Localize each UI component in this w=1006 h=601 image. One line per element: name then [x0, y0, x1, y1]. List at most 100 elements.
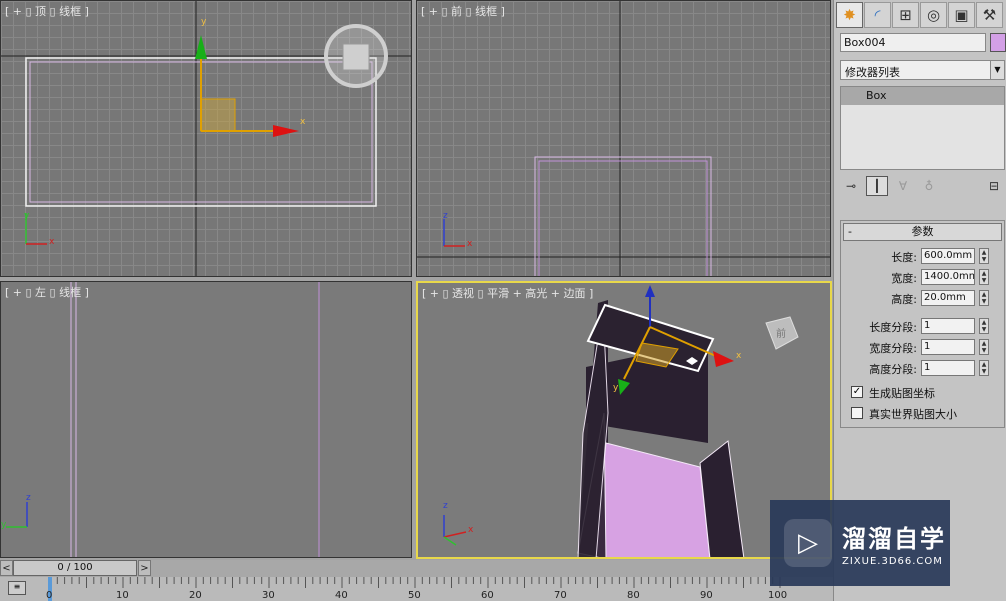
height-segs-spinner[interactable]: ▲ ▼	[979, 360, 989, 376]
create-icon: ✸	[843, 6, 856, 24]
show-end-result-icon[interactable]: ┃	[866, 176, 888, 196]
height-segs-label: 高度分段:	[869, 363, 917, 376]
track-bar[interactable]: ≡ 0 10 20 30 40 50 60 70 80 90 100	[0, 577, 833, 601]
make-unique-icon[interactable]: ∀	[892, 176, 914, 196]
object-name-field[interactable]: Box004	[840, 33, 986, 52]
width-segs-label: 宽度分段:	[869, 342, 917, 355]
motion-icon: ◎	[926, 6, 941, 24]
viewport-front-label[interactable]: [ + ▯ 前 ▯ 线框 ]	[421, 3, 505, 19]
tick-70: 70	[554, 590, 567, 601]
z-arrow-icon	[645, 285, 655, 297]
tick-20: 20	[189, 590, 202, 601]
gen-mapping-label: 生成贴图坐标	[869, 387, 935, 400]
tick-100: 100	[768, 590, 788, 601]
utilities-icon: ⚒	[982, 6, 997, 24]
pin-stack-icon[interactable]: ⊸	[840, 176, 862, 196]
stack-toolbar: ⊸ ┃ ∀ ♁ ⊟	[840, 175, 1005, 197]
height-label: 高度:	[891, 293, 917, 306]
width-segs-field[interactable]: 1	[921, 339, 975, 355]
viewport-front[interactable]: [ + ▯ 前 ▯ 线框 ] z x	[416, 0, 831, 277]
tick-80: 80	[627, 590, 640, 601]
viewport-left[interactable]: [ + ▯ 左 ▯ 线框 ] z y	[0, 281, 412, 558]
stack-item-box[interactable]: Box	[841, 87, 1004, 105]
watermark-url: ZIXUE.3D66.COM	[842, 556, 943, 567]
next-frame-button[interactable]: >	[138, 560, 151, 576]
tick-30: 30	[262, 590, 275, 601]
tick-40: 40	[335, 590, 348, 601]
width-spinner[interactable]: ▲ ▼	[979, 269, 989, 285]
real-world-label: 真实世界贴图大小	[869, 408, 957, 421]
x-arrow-icon	[273, 125, 299, 137]
rollout-header[interactable]: - 参数	[843, 223, 1002, 241]
display-tab[interactable]: ▣	[948, 2, 975, 28]
y-arrow-icon	[195, 35, 207, 59]
track-bar-menu-icon[interactable]: ≡	[8, 581, 26, 595]
utilities-tab[interactable]: ⚒	[976, 2, 1003, 28]
axis-label-x: x	[300, 117, 306, 127]
hierarchy-tab[interactable]: ⊞	[892, 2, 919, 28]
collapse-icon: -	[848, 225, 852, 238]
gizmo-x-label: x	[736, 351, 742, 361]
modify-icon: ◜	[874, 6, 881, 24]
length-field[interactable]: 600.0mm	[921, 248, 975, 264]
axis-label-y: y	[201, 17, 207, 27]
viewport-perspective-label[interactable]: [ + ▯ 透视 ▯ 平滑 + 高光 + 边面 ]	[422, 285, 593, 301]
object-color-swatch[interactable]	[990, 33, 1006, 52]
viewport-top-label[interactable]: [ + ▯ 顶 ▯ 线框 ]	[5, 3, 89, 19]
prev-frame-button[interactable]: <	[0, 560, 13, 576]
create-tab[interactable]: ✸	[836, 2, 863, 28]
remove-modifier-icon[interactable]: ♁	[918, 176, 940, 196]
tripod-x-label: x	[467, 239, 473, 249]
motion-tab[interactable]: ◎	[920, 2, 947, 28]
watermark-title: 溜溜自学	[842, 525, 946, 553]
length-segs-label: 长度分段:	[869, 321, 917, 334]
length-label: 长度:	[891, 251, 917, 264]
tripod-z-label: z	[443, 501, 448, 511]
height-field[interactable]: 20.0mm	[921, 290, 975, 306]
x-arrow-icon	[713, 351, 734, 367]
panel-tabs: ✸ ◜ ⊞ ◎ ▣ ⚒	[836, 2, 1004, 28]
tick-60: 60	[481, 590, 494, 601]
tick-50: 50	[408, 590, 421, 601]
viewcube-label: 前	[776, 329, 786, 340]
height-spinner[interactable]: ▲ ▼	[979, 290, 989, 306]
width-segs-spinner[interactable]: ▲ ▼	[979, 339, 989, 355]
chevron-down-icon: ▼	[990, 61, 1004, 79]
height-segs-field[interactable]: 1	[921, 360, 975, 376]
tick-10: 10	[116, 590, 129, 601]
time-slider-thumb[interactable]: 0 / 100	[13, 560, 137, 576]
gizmo-y-label: y	[613, 383, 619, 393]
front-viewport-scene	[417, 1, 830, 276]
tick-0: 0	[46, 590, 53, 601]
top-viewport-scene	[1, 1, 411, 276]
real-world-checkbox[interactable]	[851, 407, 863, 419]
box-top-face	[593, 442, 711, 557]
width-label: 宽度:	[891, 272, 917, 285]
rollout-title: 参数	[911, 225, 934, 238]
tripod-z-label: z	[443, 211, 448, 221]
gen-mapping-checkbox[interactable]: ✓	[851, 386, 863, 398]
time-slider[interactable]: < 0 / 100 >	[0, 560, 833, 577]
width-field[interactable]: 1400.0mm	[921, 269, 975, 285]
viewport-left-label[interactable]: [ + ▯ 左 ▯ 线框 ]	[5, 284, 89, 300]
watermark: ▷ 溜溜自学 ZIXUE.3D66.COM	[770, 500, 950, 586]
configure-sets-icon[interactable]: ⊟	[983, 176, 1005, 196]
modifier-stack: Box	[840, 86, 1005, 170]
modify-tab[interactable]: ◜	[864, 2, 891, 28]
left-viewport-scene	[6, 282, 320, 557]
tripod-z-label: z	[26, 493, 31, 503]
modifier-list-label: 修改器列表	[845, 66, 900, 79]
tripod-x-label: x	[49, 237, 55, 247]
play-logo-icon: ▷	[784, 519, 832, 567]
length-segs-field[interactable]: 1	[921, 318, 975, 334]
tripod-y-label: y	[1, 520, 7, 530]
parameters-rollout: - 参数 长度: 600.0mm ▲ ▼ 宽度: 1400.0mm ▲ ▼ 高度: …	[840, 220, 1005, 428]
modifier-list-dropdown[interactable]: 修改器列表 ▼	[840, 60, 1005, 80]
length-segs-spinner[interactable]: ▲ ▼	[979, 318, 989, 334]
tick-90: 90	[700, 590, 713, 601]
max-workspace: [ + ▯ 顶 ▯ 线框 ] x y y x [ + ▯ 前 ▯ 线框 ] z …	[0, 0, 1006, 601]
viewport-top[interactable]: [ + ▯ 顶 ▯ 线框 ] x y y x	[0, 0, 412, 277]
display-icon: ▣	[954, 6, 969, 24]
length-spinner[interactable]: ▲ ▼	[979, 248, 989, 264]
tripod-x-label: x	[468, 525, 474, 535]
